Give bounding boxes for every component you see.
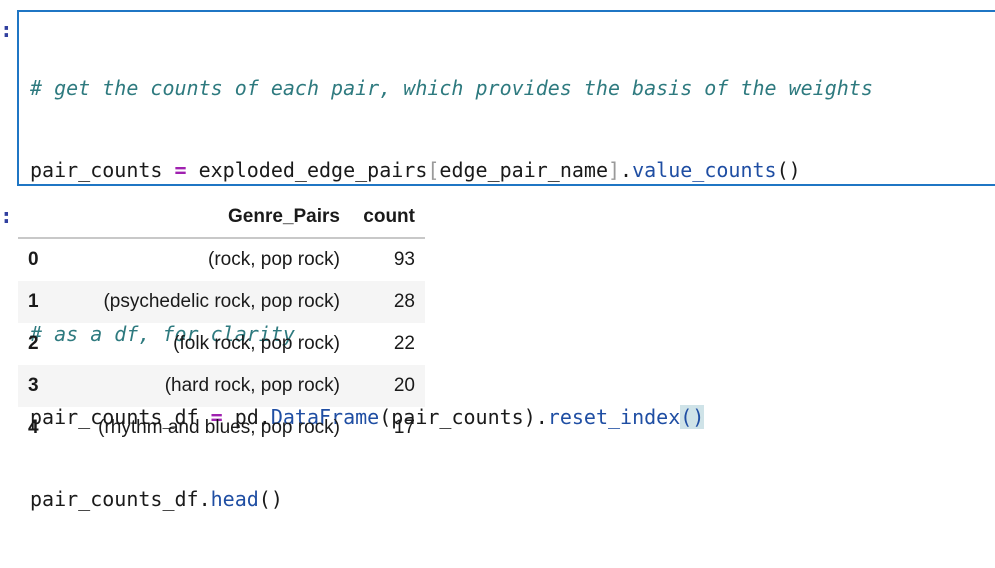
table-row: 4 (rhythm and blues, pop rock) 17: [18, 407, 425, 449]
genre-pair-cell: (rock, pop rock): [208, 249, 340, 270]
row-index: 1: [18, 281, 66, 323]
count-cell: 28: [350, 281, 425, 323]
code-dot: .: [620, 158, 633, 183]
code-parens: (): [258, 486, 283, 511]
genre-pair-cell: (psychedelic rock, pop rock): [66, 281, 350, 323]
input-prompt: :: [0, 18, 13, 42]
dataframe-output-table: Genre_Pairs count 0 (rock, pop rock) 93 …: [18, 197, 425, 449]
code-bracket-close: ]: [608, 158, 621, 183]
table-row: 2 (folk rock, pop rock) 22: [18, 323, 425, 365]
code-bracket-open: [: [427, 158, 440, 183]
code-parens: (): [776, 158, 801, 183]
code-comment: # get the counts of each pair, which pro…: [30, 75, 873, 100]
table-row: 0 (rock, pop rock) 93: [18, 238, 425, 281]
row-index: 4: [28, 417, 39, 438]
code-function: reset_index: [547, 404, 681, 429]
code-operator: =: [174, 158, 187, 183]
row-index: 0: [28, 249, 39, 270]
output-prompt: :: [0, 204, 13, 228]
genre-pair-cell: (folk rock, pop rock): [173, 333, 340, 354]
column-header-count: count: [350, 197, 425, 239]
code-variable: pair_counts: [30, 158, 175, 183]
count-cell: 22: [393, 333, 415, 354]
code-function: value_counts: [632, 158, 777, 183]
table-row: 1 (psychedelic rock, pop rock) 28: [18, 281, 425, 323]
genre-pair-cell: (rhythm and blues, pop rock): [98, 417, 340, 438]
code-line-1: # get the counts of each pair, which pro…: [30, 75, 873, 102]
code-function: head: [210, 486, 259, 511]
count-cell: 17: [393, 417, 415, 438]
count-cell: 93: [393, 249, 415, 270]
genre-pair-cell: (hard rock, pop rock): [66, 365, 350, 407]
code-variable: pair_counts_df.: [30, 486, 211, 511]
row-index: 3: [18, 365, 66, 407]
column-header-genre-pairs: Genre_Pairs: [66, 197, 350, 239]
code-cell[interactable]: # get the counts of each pair, which pro…: [17, 10, 995, 511]
code-object: exploded_edge_pairs: [186, 158, 428, 183]
code-key: edge_pair_name: [439, 158, 608, 183]
column-header-index: [18, 197, 66, 239]
code-line-6: pair_counts_df.head(): [30, 486, 873, 513]
row-index: 2: [28, 333, 39, 354]
code-line-2: pair_counts = exploded_edge_pairs[edge_p…: [30, 157, 873, 184]
table-row: 3 (hard rock, pop rock) 20: [18, 365, 425, 407]
count-cell: 20: [350, 365, 425, 407]
code-parens-highlighted: (): [680, 404, 705, 429]
table-header-row: Genre_Pairs count: [18, 197, 425, 239]
